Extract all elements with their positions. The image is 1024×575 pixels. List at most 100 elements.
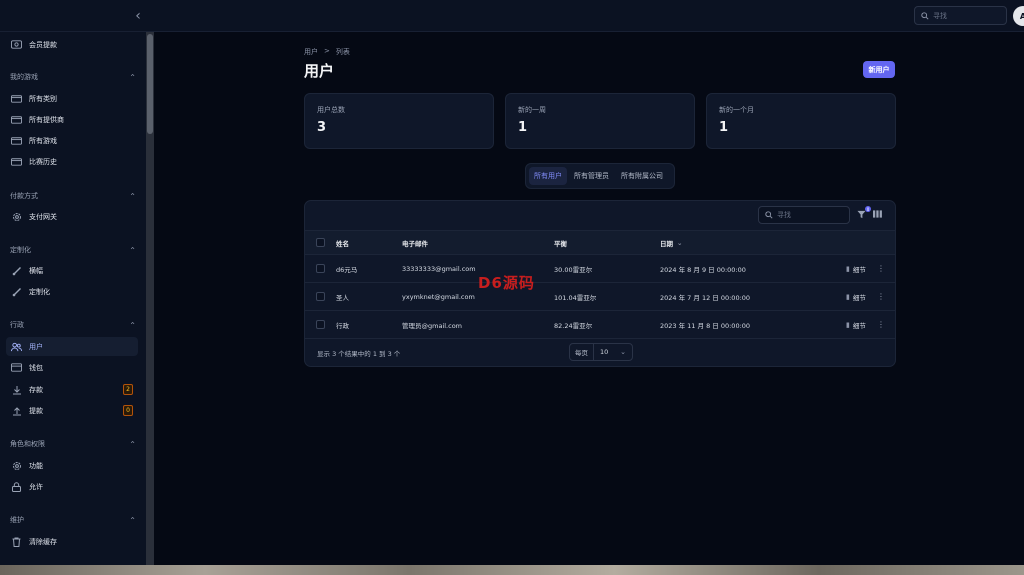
folder-icon [11, 135, 22, 146]
bar-chart-icon: ▮ [846, 292, 850, 301]
bar-chart-icon: ▮ [846, 320, 850, 329]
sidebar-item-all-games[interactable]: 所有游戏 [6, 131, 138, 150]
sidebar-item-users[interactable]: 用户 [6, 337, 138, 356]
tab-all-affiliates[interactable]: 所有附属公司 [616, 167, 668, 185]
stat-card-new-month: 新的一个月 1 [706, 93, 896, 149]
sidebar-group-maintenance[interactable]: 维护 ⌃ [10, 513, 136, 527]
global-search-input[interactable] [933, 11, 993, 20]
sidebar-item-all-categories[interactable]: 所有类别 [6, 89, 138, 108]
sidebar-item-wallet[interactable]: 钱包 [6, 358, 138, 377]
gear-icon [11, 211, 22, 222]
cell-name: 行政 [336, 321, 349, 330]
per-page-value: 10 [600, 348, 609, 356]
cell-email: yxymknet@gmail.com [402, 292, 475, 301]
columns-icon[interactable] [873, 210, 882, 221]
detail-link[interactable]: ▮ 细节 [846, 255, 866, 282]
table-search[interactable] [758, 206, 850, 224]
stat-card-new-week: 新的一周 1 [505, 93, 695, 149]
sidebar-scrollbar[interactable] [146, 32, 154, 565]
sidebar-item-customization[interactable]: 定制化 [6, 282, 138, 301]
sidebar-item-banners[interactable]: 横幅 [6, 261, 138, 280]
banknote-icon [11, 39, 22, 50]
wallet-icon [11, 362, 22, 373]
avatar[interactable]: A [1013, 6, 1024, 26]
desktop-wallpaper-strip [0, 565, 1024, 575]
row-checkbox[interactable] [316, 292, 325, 301]
sidebar-group-customization[interactable]: 定制化 ⌃ [10, 243, 136, 257]
search-icon [921, 11, 929, 20]
user-tabs: 所有用户 所有管理员 所有附属公司 [525, 163, 675, 189]
stat-value: 3 [317, 120, 327, 135]
column-header-balance[interactable]: 平衡 [554, 231, 567, 254]
users-icon [11, 341, 22, 352]
chevron-up-icon: ⌃ [129, 245, 136, 255]
cell-name: d6元马 [336, 265, 358, 274]
stat-card-total-users: 用户总数 3 [304, 93, 494, 149]
sidebar-group-admin[interactable]: 行政 ⌃ [10, 318, 136, 332]
scrollbar-thumb[interactable] [147, 34, 153, 134]
lock-icon [11, 481, 22, 492]
tab-all-admins[interactable]: 所有管理员 [569, 167, 614, 185]
folder-icon [11, 93, 22, 104]
chevron-up-icon: ⌃ [129, 72, 136, 82]
column-header-email[interactable]: 电子邮件 [402, 231, 428, 254]
deposit-count-badge: 2 [123, 384, 133, 395]
sidebar-group-payment[interactable]: 付款方式 ⌃ [10, 189, 136, 203]
chevron-up-icon: ⌃ [129, 320, 136, 330]
row-checkbox[interactable] [316, 320, 325, 329]
top-bar: ‹ A [0, 0, 1024, 32]
sidebar-group-my-games[interactable]: 我的游戏 ⌃ [10, 70, 136, 84]
sidebar-item-payment-gateway[interactable]: 支付网关 [6, 207, 138, 226]
sidebar-item-clear-cache[interactable]: 清除缓存 [6, 532, 138, 551]
column-header-date[interactable]: 日期 ⌄ [660, 231, 682, 254]
cell-date: 2024 年 8 月 9 日 00:00:00 [660, 265, 746, 274]
sidebar-item-withdraw[interactable]: 提款 0 [6, 401, 138, 420]
trash-icon [11, 536, 22, 547]
breadcrumb-list: 列表 [335, 48, 350, 56]
filter-icon[interactable] [857, 210, 866, 222]
chevron-up-icon: ⌃ [129, 191, 136, 201]
table-row[interactable]: d6元马 33333333@gmail.com 30.00雷亚尔 2024 年 … [305, 255, 895, 283]
folder-icon [11, 114, 22, 125]
chevron-down-icon: ⌄ [677, 238, 683, 247]
global-search[interactable] [914, 6, 1007, 25]
upload-icon [11, 405, 22, 416]
sidebar-item-functions[interactable]: 功能 [6, 456, 138, 475]
table-header: 姓名 电子邮件 平衡 日期 ⌄ [305, 230, 895, 255]
page-title: 用户 [304, 62, 335, 80]
breadcrumb: 用户 > 列表 [304, 47, 350, 57]
detail-link[interactable]: ▮ 细节 [846, 283, 866, 310]
select-all-checkbox[interactable] [316, 238, 325, 247]
sidebar-group-roles[interactable]: 角色和权限 ⌃ [10, 437, 136, 451]
new-user-button[interactable]: 新用户 [863, 61, 895, 78]
collapse-sidebar-icon[interactable]: ‹ [130, 8, 146, 24]
per-page-select[interactable]: 每页 10 ⌄ [569, 343, 633, 361]
sidebar-item-permissions[interactable]: 允许 [6, 477, 138, 496]
stat-value: 1 [518, 120, 528, 135]
sidebar-item-member-withdrawals[interactable]: 会员提款 [6, 35, 138, 54]
cell-email: 33333333@gmail.com [402, 264, 476, 273]
breadcrumb-separator: > [324, 47, 330, 55]
more-vertical-icon[interactable]: ⋮ [877, 255, 885, 282]
detail-link[interactable]: ▮ 细节 [846, 311, 866, 338]
sidebar-item-all-providers[interactable]: 所有提供商 [6, 110, 138, 129]
table-search-input[interactable] [777, 211, 837, 219]
chevron-down-icon: ⌄ [620, 348, 626, 356]
filter-count-badge: 0 [865, 206, 871, 212]
cell-name: 圣人 [336, 293, 349, 302]
chevron-up-icon: ⌃ [129, 515, 136, 525]
column-header-name[interactable]: 姓名 [336, 231, 349, 254]
cell-balance: 101.04雷亚尔 [554, 293, 597, 302]
more-vertical-icon[interactable]: ⋮ [877, 311, 885, 338]
more-vertical-icon[interactable]: ⋮ [877, 283, 885, 310]
breadcrumb-users[interactable]: 用户 [304, 47, 318, 57]
sidebar-item-match-history[interactable]: 比赛历史 [6, 152, 138, 171]
bar-chart-icon: ▮ [846, 264, 850, 273]
table-row[interactable]: 圣人 yxymknet@gmail.com 101.04雷亚尔 2024 年 7… [305, 283, 895, 311]
table-row[interactable]: 行政 管理员@gmail.com 82.24雷亚尔 2023 年 11 月 8 … [305, 311, 895, 339]
withdraw-count-badge: 0 [123, 405, 133, 416]
cell-balance: 82.24雷亚尔 [554, 321, 593, 330]
tab-all-users[interactable]: 所有用户 [529, 167, 567, 185]
sidebar-item-deposit[interactable]: 存款 2 [6, 380, 138, 399]
row-checkbox[interactable] [316, 264, 325, 273]
